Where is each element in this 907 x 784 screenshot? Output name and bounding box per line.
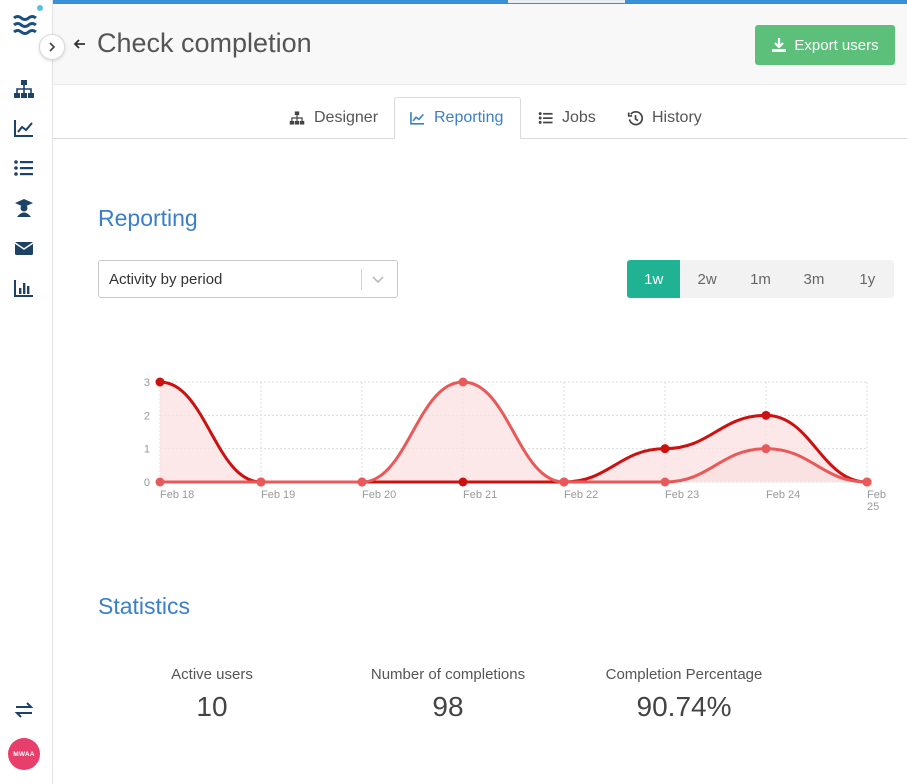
x-tick-label: Feb 24 <box>766 489 800 501</box>
line-chart-icon <box>410 112 425 125</box>
x-tick-label: Feb 23 <box>665 489 699 501</box>
stat-label: Completion Percentage <box>605 666 763 683</box>
export-users-button[interactable]: Export users <box>755 25 895 65</box>
data-point <box>155 477 165 487</box>
x-tick-label: Feb 18 <box>160 489 194 501</box>
page-title: Check completion <box>97 28 312 58</box>
avatar[interactable]: MWAA <box>8 738 40 770</box>
chevron-down-icon[interactable] <box>371 272 385 286</box>
reporting-heading: Reporting <box>98 205 198 231</box>
data-point <box>559 477 569 487</box>
period-selector: 1w 2w 1m 3m 1y <box>627 260 894 298</box>
sitemap-icon[interactable] <box>13 78 35 100</box>
data-point <box>761 410 771 420</box>
back-arrow-icon[interactable] <box>73 37 87 51</box>
activity-chart: 0 1 2 3 Feb 18 Feb 19 Feb 20 Feb 21 Feb 22 Feb 23… <box>144 377 886 513</box>
stat-value: 98 <box>432 691 464 722</box>
tab-jobs[interactable]: Jobs <box>524 97 610 139</box>
data-point <box>660 444 670 454</box>
stat-label: Number of completions <box>370 666 526 683</box>
period-2w-button[interactable]: 2w <box>680 260 733 298</box>
period-1m-button[interactable]: 1m <box>734 260 787 298</box>
data-point <box>155 377 165 387</box>
period-1w-button[interactable]: 1w <box>627 260 681 298</box>
x-tick-label: Feb 20 <box>362 489 396 501</box>
data-point <box>660 477 670 487</box>
data-point <box>357 477 367 487</box>
tab-history-label: History <box>652 109 702 126</box>
period-1y-button[interactable]: 1y <box>841 260 894 298</box>
graduate-icon[interactable] <box>13 197 35 219</box>
top-bar-indicator <box>508 0 625 3</box>
y-tick-label: 2 <box>144 410 150 422</box>
y-tick-label: 1 <box>144 444 150 456</box>
x-tick-label: Feb 25 <box>867 489 886 513</box>
tab-jobs-label: Jobs <box>562 109 596 126</box>
tab-designer[interactable]: Designer <box>274 97 392 139</box>
data-point <box>458 477 468 487</box>
download-icon <box>772 38 787 52</box>
page-header: Check completion Export users <box>53 4 907 85</box>
tab-reporting-label: Reporting <box>434 109 504 126</box>
stat-number-of-completions: Number of completions 98 <box>358 666 538 723</box>
sidebar: MWAA <box>0 0 53 784</box>
stat-value: 10 <box>196 691 228 722</box>
exchange-icon[interactable] <box>13 699 35 721</box>
select-separator <box>361 269 362 290</box>
notification-dot <box>37 5 43 11</box>
y-tick-label: 0 <box>144 477 150 489</box>
chevron-right-icon <box>49 42 56 52</box>
statistics-heading: Statistics <box>98 593 191 619</box>
data-point <box>862 477 872 487</box>
history-icon <box>627 110 644 125</box>
tab-history[interactable]: History <box>613 97 716 139</box>
stat-active-users: Active users 10 <box>152 666 272 723</box>
bar-chart-icon[interactable] <box>13 277 35 299</box>
line-chart-icon[interactable] <box>13 117 35 139</box>
period-3m-button[interactable]: 3m <box>787 260 840 298</box>
tab-bar: Designer Reporting Jobs History <box>53 85 907 139</box>
stat-value: 90.74% <box>636 691 732 722</box>
list-icon[interactable] <box>13 157 35 179</box>
select-value: Activity by period <box>109 271 223 288</box>
envelope-icon[interactable] <box>13 237 35 259</box>
export-users-label: Export users <box>794 36 879 54</box>
x-tick-label: Feb 21 <box>463 489 497 501</box>
stat-completion-percentage: Completion Percentage 90.74% <box>594 666 774 723</box>
data-point <box>256 477 266 487</box>
tab-designer-label: Designer <box>314 109 379 126</box>
data-point <box>458 377 468 387</box>
data-point <box>761 444 771 454</box>
sitemap-icon <box>289 111 305 125</box>
x-tick-label: Feb 19 <box>261 489 295 501</box>
app-logo-icon[interactable] <box>12 12 38 38</box>
list-icon <box>538 112 553 124</box>
sidebar-collapse-button[interactable] <box>39 34 65 60</box>
period-type-select[interactable]: Activity by period <box>98 260 398 298</box>
y-tick-label: 3 <box>144 377 150 389</box>
tab-reporting[interactable]: Reporting <box>394 97 521 139</box>
stat-label: Active users <box>171 666 253 683</box>
x-tick-label: Feb 22 <box>564 489 598 501</box>
